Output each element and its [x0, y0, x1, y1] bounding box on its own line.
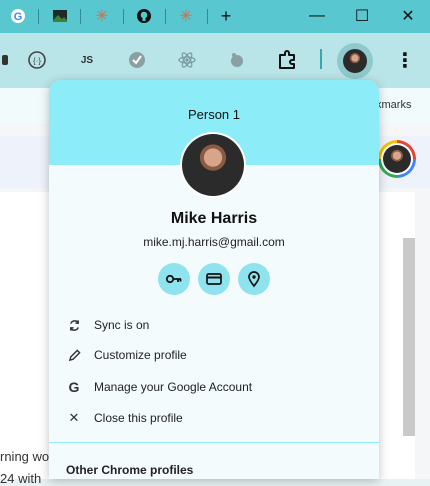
- key-icon: [165, 274, 182, 284]
- image-tab-icon: [53, 10, 67, 22]
- tab-separator: [165, 9, 166, 24]
- credit-card-icon: [206, 273, 222, 285]
- tab-claude-2[interactable]: ✳: [174, 6, 198, 26]
- bug-extension-icon[interactable]: [224, 47, 250, 73]
- menu-item-label: Close this profile: [94, 411, 183, 425]
- github-icon: [137, 9, 151, 23]
- claude-asterisk-icon: ✳: [179, 8, 193, 25]
- tab-strip: G ✳ ✳ + — ☐ ✕: [0, 0, 430, 33]
- tab-image[interactable]: [48, 6, 72, 26]
- pencil-icon: [65, 346, 83, 364]
- profile-avatar: [180, 132, 246, 198]
- js-extension-icon[interactable]: JS: [74, 47, 100, 73]
- sync-icon: [65, 316, 83, 334]
- check-extension-icon[interactable]: [124, 47, 150, 73]
- close-window-button[interactable]: ✕: [396, 4, 420, 28]
- svg-text:{·}: {·}: [33, 57, 41, 66]
- avatar: [343, 49, 367, 73]
- addresses-button[interactable]: [238, 263, 270, 295]
- menu-item-customize-profile[interactable]: Customize profile: [49, 340, 379, 370]
- profile-button[interactable]: [337, 43, 373, 79]
- page-account-avatar[interactable]: [378, 140, 416, 178]
- location-pin-icon: [248, 271, 260, 288]
- profile-name: Mike Harris: [170, 210, 258, 227]
- tab-separator: [80, 9, 81, 24]
- js-extension-label: JS: [80, 54, 94, 66]
- other-profiles-heading: Other Chrome profiles: [66, 463, 194, 477]
- bookmarks-partial-label[interactable]: kmarks: [376, 99, 411, 111]
- avatar: [182, 134, 244, 196]
- menu-item-label: Manage your Google Account: [94, 380, 253, 394]
- profile-popup: Person 1 Mike Harris mike.mj.harris@gmai…: [49, 80, 379, 479]
- tab-separator: [38, 9, 39, 24]
- extension-partial-icon[interactable]: [0, 47, 20, 73]
- maximize-button[interactable]: ☐: [350, 4, 374, 28]
- toolbar-divider: [320, 49, 322, 69]
- profile-email: mike.mj.harris@gmail.com: [143, 235, 285, 249]
- tab-separator: [123, 9, 124, 24]
- menu-item-manage-google-account[interactable]: G Manage your Google Account: [49, 372, 379, 402]
- tab-google[interactable]: G: [6, 6, 30, 26]
- claude-asterisk-icon: ✳: [95, 8, 109, 25]
- google-g-icon: G: [11, 9, 25, 23]
- avatar: [383, 145, 411, 173]
- page-scrollbar[interactable]: [403, 238, 415, 436]
- chrome-menu-icon[interactable]: ⋮: [392, 47, 418, 73]
- tab-separator: [207, 9, 208, 24]
- extensions-puzzle-icon[interactable]: [274, 47, 300, 73]
- popup-divider: [49, 442, 379, 443]
- menu-item-close-profile[interactable]: ✕ Close this profile: [49, 403, 379, 433]
- menu-item-label: Customize profile: [94, 348, 187, 362]
- tab-github[interactable]: [132, 6, 156, 26]
- new-tab-button[interactable]: +: [214, 6, 238, 26]
- profile-label: Person 1: [187, 107, 241, 122]
- tab-claude-1[interactable]: ✳: [90, 6, 114, 26]
- minimize-button[interactable]: —: [305, 4, 329, 28]
- passwords-button[interactable]: [158, 263, 190, 295]
- menu-item-sync[interactable]: Sync is on: [49, 310, 379, 340]
- close-icon: ✕: [68, 410, 80, 425]
- google-g-icon: G: [68, 379, 80, 395]
- code-extension-icon[interactable]: {·}: [24, 47, 50, 73]
- react-extension-icon[interactable]: [174, 47, 200, 73]
- menu-item-label: Sync is on: [94, 318, 150, 332]
- svg-text:G: G: [14, 11, 23, 23]
- payment-methods-button[interactable]: [198, 263, 230, 295]
